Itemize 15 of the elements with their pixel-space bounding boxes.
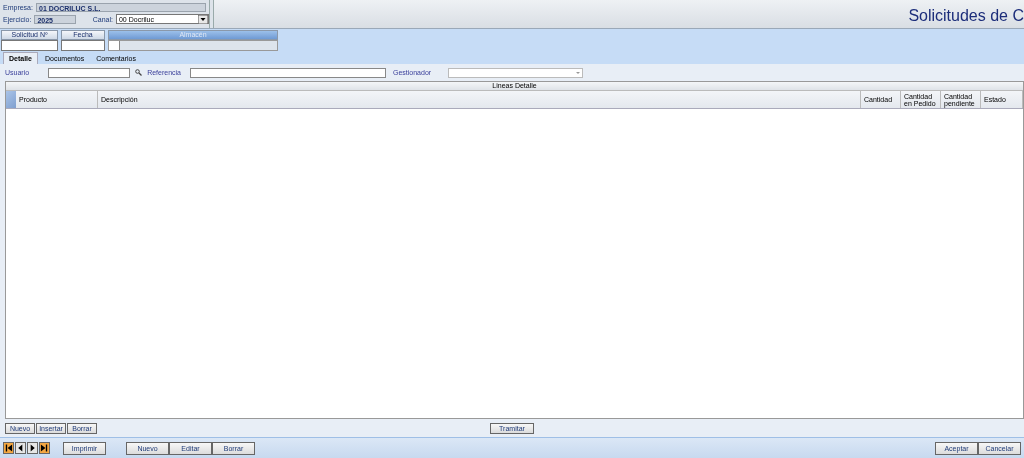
key-field-input[interactable] [1,40,58,51]
navigation-button[interactable] [15,442,26,454]
navigation-button[interactable] [27,442,38,454]
usuario-field[interactable] [48,67,131,78]
search-icon[interactable] [135,69,143,76]
window-title: Solicitudes de C [908,7,1024,26]
navigation-button[interactable] [39,442,50,454]
referencia-field[interactable] [190,67,386,78]
key-field-input[interactable] [61,40,105,51]
dropdown-arrow-icon[interactable] [198,14,208,24]
navigation-button[interactable] [3,442,14,454]
skip-icon [40,443,49,453]
row-header-corner [6,91,16,108]
skip-icon [4,443,13,453]
caret-icon [576,71,581,74]
